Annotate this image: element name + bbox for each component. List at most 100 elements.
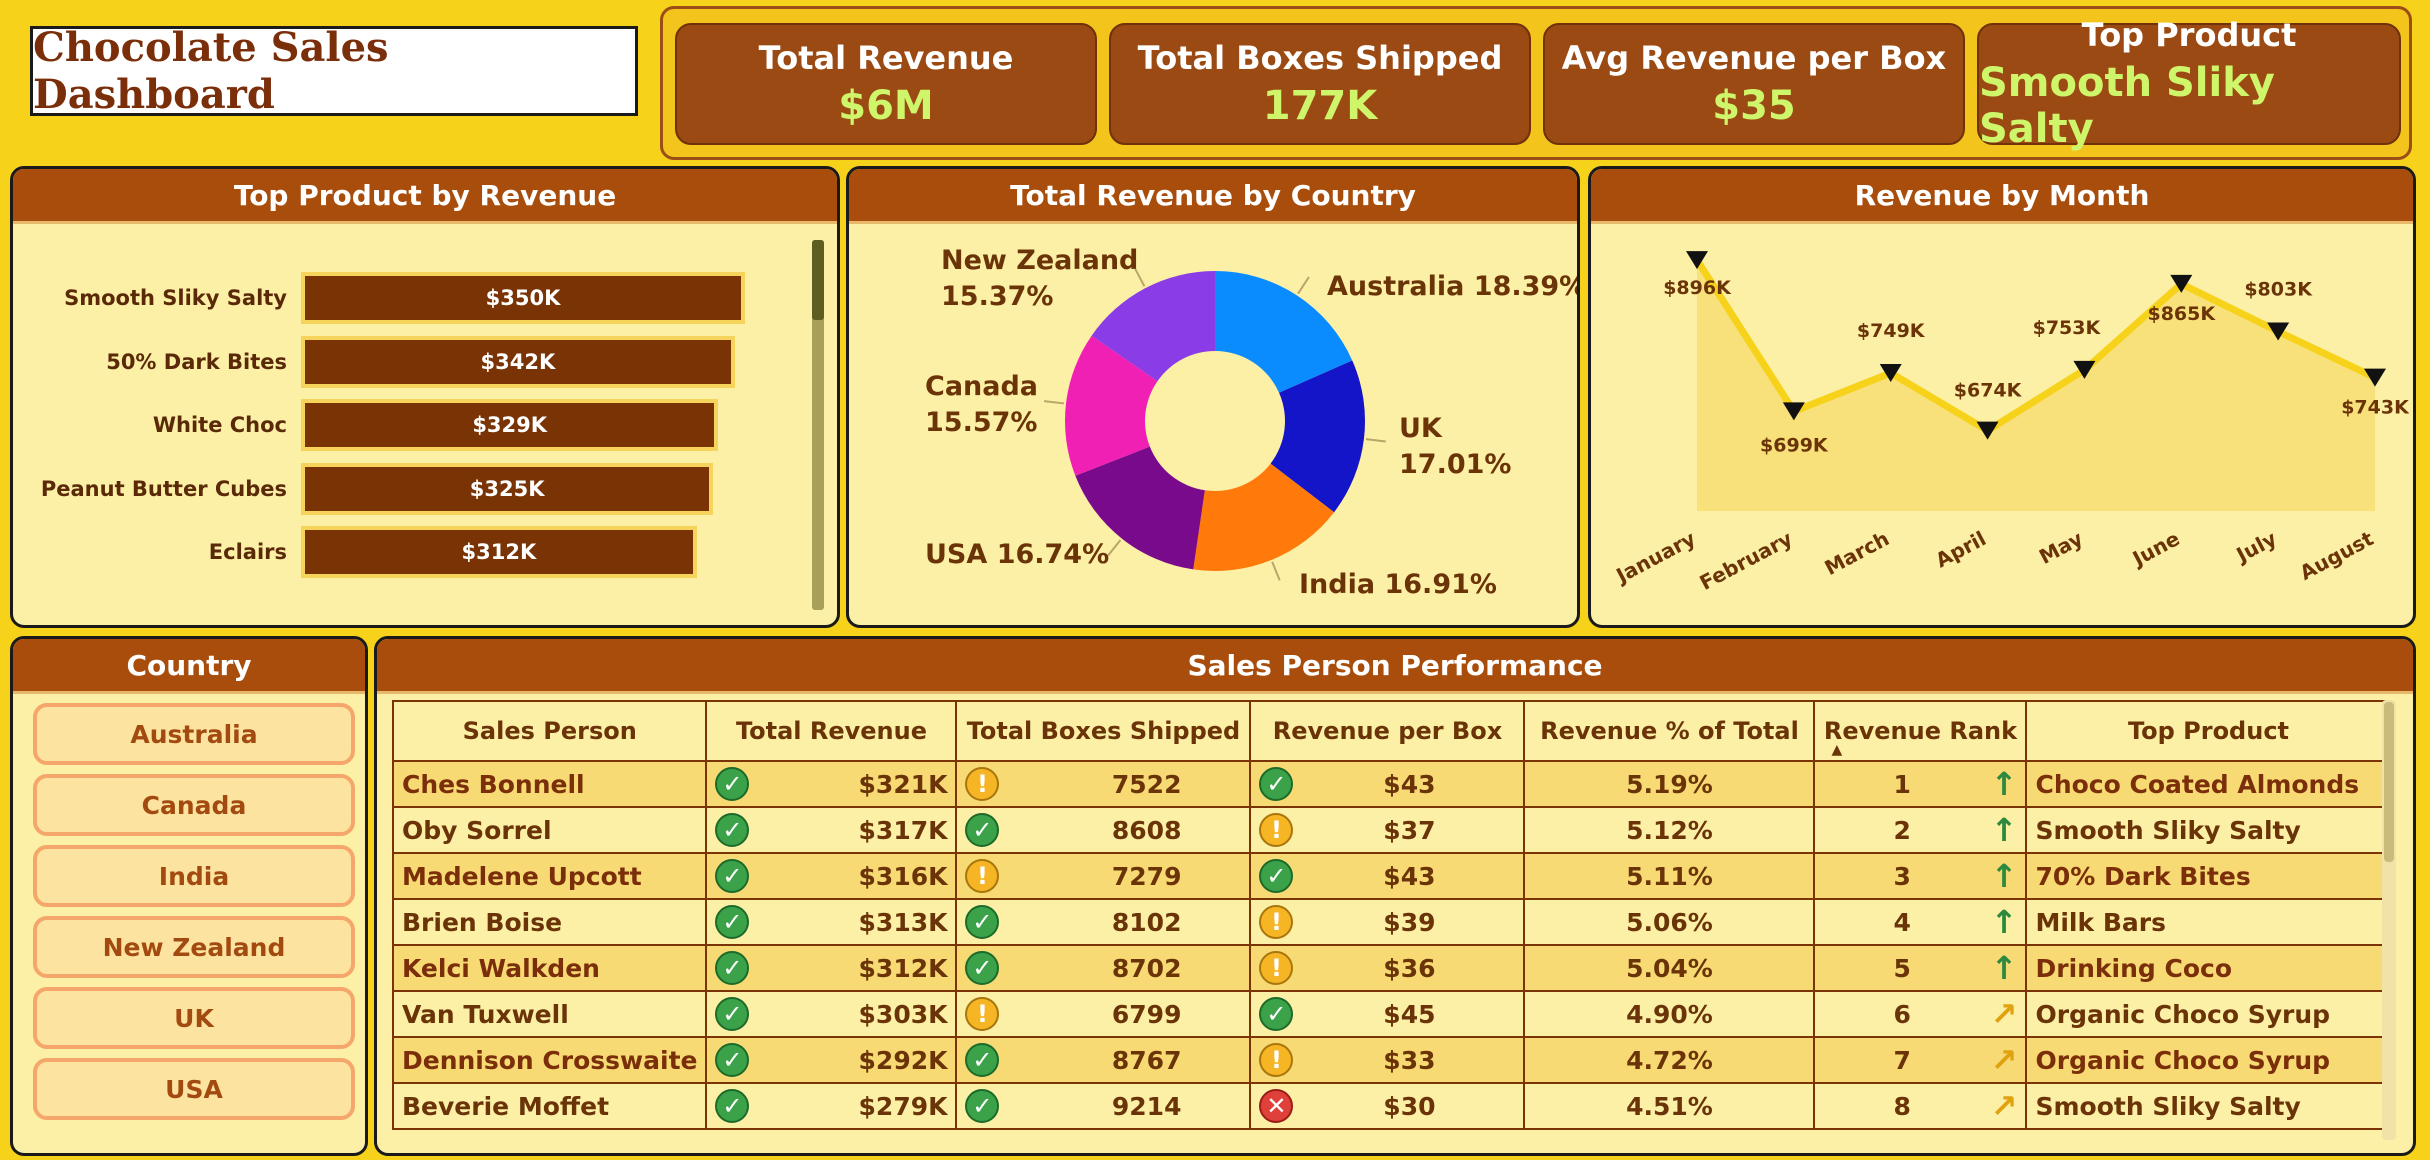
bar-row[interactable]: Eclairs $312K [13, 523, 837, 581]
bar-row[interactable]: 50% Dark Bites $342K [13, 333, 837, 391]
column-header-top-product[interactable]: Top Product [2025, 700, 2392, 762]
cell-revenue-per-box: ✕ $30 [1249, 1082, 1526, 1130]
pie-label-new-zealand: New Zealand 15.37% [941, 243, 1138, 315]
cell-value: $292K [858, 1045, 948, 1075]
pie-label-uk: UK 17.01% [1399, 411, 1511, 483]
data-label: $865K [2147, 303, 2216, 325]
country-button-new-zealand[interactable]: New Zealand [33, 916, 355, 978]
country-revenue-panel: Total Revenue by Country New Zealand 15.… [846, 166, 1580, 628]
sales-person-table: Sales Person Total Revenue Total Boxes S… [391, 700, 2392, 1130]
bar[interactable]: $350K [301, 272, 745, 324]
cell-value: $39 [1383, 907, 1436, 937]
cell-value: 7279 [1111, 861, 1182, 891]
bar-chart-scrollbar-thumb[interactable] [812, 240, 824, 320]
country-button-india[interactable]: India [33, 845, 355, 907]
check-circle-icon: ✓ [965, 1089, 1000, 1123]
arrow-up-right-icon: ↗ [1990, 1087, 2018, 1125]
cell-value: 1 [1893, 769, 1911, 799]
table-row[interactable]: Beverie Moffet ✓ $279K ✓ 9214 ✕ $30 4.51% 8 ↗ Smoo… [391, 1082, 2392, 1130]
table-scrollbar-thumb[interactable] [2384, 702, 2394, 862]
cell-value: 8702 [1111, 953, 1182, 983]
slice-name: New Zealand [941, 245, 1139, 276]
cell-value: 5 [1893, 953, 1911, 983]
slice-name: Canada [925, 371, 1039, 402]
bar[interactable]: $325K [301, 462, 714, 515]
panel-title: Revenue by Month [1591, 169, 2413, 224]
cell-total-revenue: ✓ $312K [705, 944, 958, 992]
kpi-value: $35 [1712, 83, 1796, 129]
table-row[interactable]: Ches Bonnell ✓ $321K! 7522 ✓ $43 5.19% 1 ↑ Choco … [391, 760, 2392, 808]
check-circle-icon: ✓ [965, 951, 1000, 985]
cell-revenue-per-box: ✓ $43 [1249, 852, 1526, 900]
kpi-card-top-product[interactable]: Top Product Smooth Sliky Salty [1977, 16, 2401, 152]
slice-name: UK [1399, 413, 1442, 444]
cell-total-revenue: ✓ $292K [705, 1036, 958, 1084]
slice-pct: 15.37% [941, 281, 1054, 312]
cell-value: 3 [1893, 861, 1911, 891]
cell-value: 6 [1893, 999, 1911, 1029]
table-row[interactable]: Madelene Upcott ✓ $316K! 7279 ✓ $43 5.11% 3 ↑ 70%… [391, 852, 2392, 900]
cell-revenue-pct: 4.90% [1523, 990, 1816, 1038]
pie-leader-line [1271, 561, 1281, 581]
column-header-sales-person[interactable]: Sales Person [391, 700, 708, 762]
country-button-uk[interactable]: UK [33, 987, 355, 1049]
country-button-australia[interactable]: Australia [33, 703, 355, 765]
cell-total-boxes: ✓ 8608 [955, 806, 1252, 854]
cell-total-boxes: ✓ 8102 [955, 898, 1252, 946]
cell-revenue-per-box: ! $39 [1249, 898, 1526, 946]
arrow-up-icon: ↑ [1990, 857, 2018, 895]
table-row[interactable]: Dennison Crosswaite ✓ $292K ✓ 8767! $33 4.72% 7… [391, 1036, 2392, 1084]
cell-revenue-pct: 4.51% [1523, 1082, 1816, 1130]
data-label: $743K [2341, 397, 2410, 419]
cell-top-product: Drinking Coco [2025, 944, 2392, 992]
column-header-revenue-per-box[interactable]: Revenue per Box [1249, 700, 1526, 762]
bar-row[interactable]: Peanut Butter Cubes $325K [13, 460, 837, 518]
table-row[interactable]: Kelci Walkden ✓ $312K ✓ 8702! $36 5.04% 5 ↑ Drink… [391, 944, 2392, 992]
arrow-up-icon: ↑ [1990, 903, 2018, 941]
cell-revenue-rank: 5 ↑ [1813, 944, 2028, 992]
bar-row[interactable]: White Choc $329K [13, 396, 837, 454]
bar[interactable]: $329K [301, 399, 719, 451]
data-label: $753K [2033, 317, 2102, 339]
cell-revenue-rank: 1 ↑ [1813, 760, 2028, 808]
kpi-card-avg-revenue-per-box[interactable]: Avg Revenue per Box $35 [1543, 23, 1965, 145]
column-header-total-boxes[interactable]: Total Boxes Shipped [955, 700, 1252, 762]
cell-revenue-per-box: ✓ $43 [1249, 760, 1526, 808]
cell-revenue-rank: 6 ↗ [1813, 990, 2028, 1038]
x-axis-tick-label: May [2035, 526, 2087, 569]
country-button-canada[interactable]: Canada [33, 774, 355, 836]
cell-sales-person: Van Tuxwell [391, 990, 708, 1038]
table-row[interactable]: Brien Boise ✓ $313K ✓ 8102! $39 5.06% 4 ↑ Milk Ba… [391, 898, 2392, 946]
exclamation-circle-icon: ! [1259, 905, 1294, 939]
data-label: $674K [1954, 380, 2023, 402]
panel-title: Country [13, 639, 365, 694]
bar[interactable]: $312K [301, 526, 697, 578]
kpi-card-total-revenue[interactable]: Total Revenue $6M [675, 23, 1097, 145]
cell-sales-person: Oby Sorrel [391, 806, 708, 854]
cell-revenue-rank: 3 ↑ [1813, 852, 2028, 900]
exclamation-circle-icon: ! [1259, 951, 1294, 985]
table-row[interactable]: Oby Sorrel ✓ $317K ✓ 8608! $37 5.12% 2 ↑ Smooth S… [391, 806, 2392, 854]
cell-revenue-per-box: ✓ $45 [1249, 990, 1526, 1038]
cell-total-revenue: ✓ $321K [705, 760, 958, 808]
bar-category-label: Smooth Sliky Salty [64, 286, 287, 310]
cell-value: $313K [858, 907, 948, 937]
kpi-label: Total Revenue [758, 39, 1014, 77]
panel-title: Total Revenue by Country [849, 169, 1577, 224]
exclamation-circle-icon: ! [965, 859, 1000, 893]
bar-category-label: Eclairs [208, 540, 287, 564]
check-circle-icon: ✓ [715, 905, 750, 939]
bar[interactable]: $342K [301, 335, 735, 388]
bar-row[interactable]: Smooth Sliky Salty $350K [13, 269, 837, 327]
column-header-total-revenue[interactable]: Total Revenue [705, 700, 958, 762]
column-header-revenue-rank[interactable]: Revenue Rank ▲ [1813, 700, 2028, 762]
cell-value: 4 [1893, 907, 1911, 937]
column-header-revenue-pct[interactable]: Revenue % of Total [1523, 700, 1816, 762]
cell-value: $43 [1383, 861, 1436, 891]
country-button-usa[interactable]: USA [33, 1058, 355, 1120]
kpi-card-total-boxes[interactable]: Total Boxes Shipped 177K [1109, 23, 1531, 145]
check-circle-icon: ✓ [1259, 767, 1294, 801]
pie-label-canada: Canada 15.57% [925, 369, 1038, 441]
table-row[interactable]: Van Tuxwell ✓ $303K! 6799 ✓ $45 4.90% 6 ↗ Organic… [391, 990, 2392, 1038]
cell-value: $317K [858, 815, 948, 845]
